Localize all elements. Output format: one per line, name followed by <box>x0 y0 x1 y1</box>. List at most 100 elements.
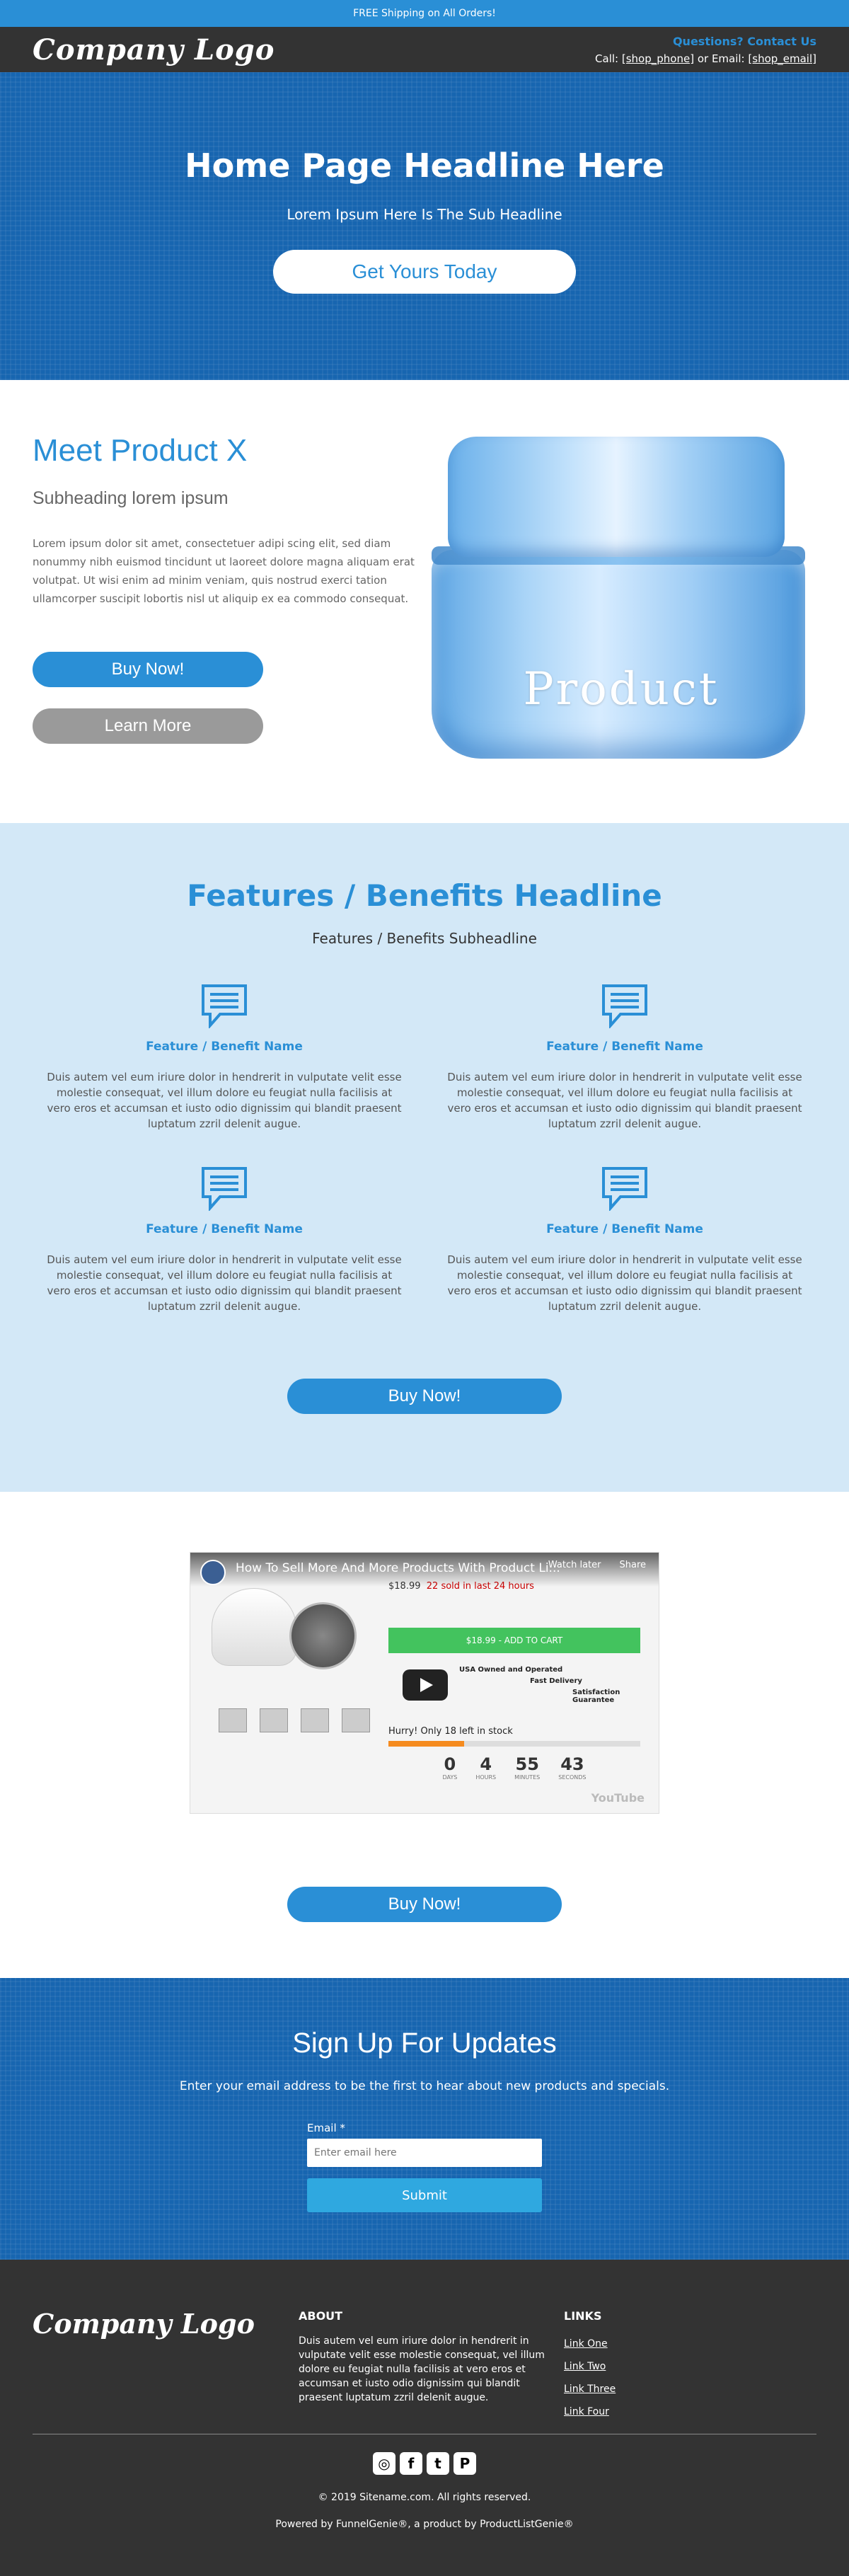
video-section: $18.99 22 sold in last 24 hours $18.99 -… <box>0 1492 849 1978</box>
trust-badge-guarantee: Satisfaction Guarantee <box>572 1689 620 1704</box>
instagram-icon[interactable]: ◎ <box>373 2452 395 2475</box>
shipping-banner-text: FREE Shipping on All Orders! <box>353 8 496 19</box>
or-email-label: or Email: <box>697 52 745 65</box>
play-icon[interactable] <box>403 1669 448 1701</box>
hero-section: Home Page Headline Here Lorem Ipsum Here… <box>0 72 849 380</box>
product-subheading: Subheading lorem ipsum <box>33 488 229 508</box>
feature-desc: Duis autem vel eum iriure dolor in hendr… <box>447 1071 802 1130</box>
feature-item: Feature / Benefit Name Duis autem vel eu… <box>47 1166 402 1314</box>
chat-icon <box>602 984 647 1030</box>
stock-progress <box>388 1741 640 1747</box>
product-zoom-image <box>289 1602 357 1669</box>
signup-form: Email * Submit <box>307 2121 542 2212</box>
stock-progress-fill <box>388 1741 464 1747</box>
timer-value: 55 <box>515 1754 539 1774</box>
signup-headline: Sign Up For Updates <box>292 2028 557 2059</box>
footer-link-two[interactable]: Link Two <box>564 2361 616 2372</box>
timer-seconds: 43 SECONDS <box>558 1754 586 1781</box>
learn-more-button[interactable]: Learn More <box>33 708 263 744</box>
pinterest-icon[interactable]: P <box>454 2452 476 2475</box>
features-subheadline: Features / Benefits Subheadline <box>312 930 537 947</box>
facebook-icon[interactable]: f <box>400 2452 422 2475</box>
footer-logo[interactable]: Company Logo <box>33 2308 255 2340</box>
product-title: Meet Product X <box>33 433 248 468</box>
jar-body <box>432 550 805 759</box>
feature-item: Feature / Benefit Name Duis autem vel eu… <box>447 983 802 1132</box>
get-yours-button[interactable]: Get Yours Today <box>273 250 576 294</box>
social-icons: ◎ f t P <box>0 2452 849 2475</box>
trust-badge-usa: USA Owned and Operated <box>459 1666 563 1674</box>
watch-later-button[interactable]: Watch later <box>548 1560 601 1570</box>
email-label: Email * <box>307 2122 345 2134</box>
video-player[interactable]: $18.99 22 sold in last 24 hours $18.99 -… <box>190 1552 659 1814</box>
countdown-timer: 0 DAYS 4 HOURS 55 MINUTES 43 SECONDS <box>388 1754 640 1781</box>
timer-label: DAYS <box>442 1774 458 1781</box>
jar-lid <box>448 437 785 557</box>
copyright: © 2019 Sitename.com. All rights reserved… <box>318 2492 531 2503</box>
video-actions: Watch later Share <box>548 1560 646 1570</box>
chat-icon <box>202 1167 247 1212</box>
buy-now-button[interactable]: Buy Now! <box>33 652 263 687</box>
timer-value: 4 <box>480 1754 492 1774</box>
chat-icon <box>202 984 247 1030</box>
chat-icon <box>602 1167 647 1212</box>
timer-value: 0 <box>444 1754 456 1774</box>
timer-label: SECONDS <box>558 1774 587 1781</box>
email-field[interactable] <box>307 2139 542 2167</box>
phone-link[interactable]: [shop_phone] <box>622 52 694 65</box>
email-link[interactable]: [shop_email] <box>748 52 816 65</box>
links-title: LINKS <box>564 2309 602 2323</box>
thumbnail <box>342 1708 370 1732</box>
product-section: Meet Product X Subheading lorem ipsum Lo… <box>0 380 849 823</box>
call-label: Call: <box>595 52 619 65</box>
contact-us-link[interactable]: Questions? Contact Us <box>595 35 816 48</box>
thumbnail <box>260 1708 288 1732</box>
about-title: ABOUT <box>299 2309 343 2323</box>
features-headline: Features / Benefits Headline <box>187 878 662 913</box>
timer-value: 43 <box>560 1754 584 1774</box>
feature-name: Feature / Benefit Name <box>146 1222 303 1236</box>
feature-name: Feature / Benefit Name <box>546 1222 703 1236</box>
site-header: Company Logo Questions? Contact Us Call:… <box>0 27 849 72</box>
about-text: Duis autem vel eum iriure dolor in hendr… <box>299 2335 545 2403</box>
video-title-text[interactable]: How To Sell More And More Products With … <box>236 1561 560 1575</box>
footer-link-three[interactable]: Link Three <box>564 2384 616 2395</box>
powered-by: Powered by FunnelGenie®, a product by Pr… <box>275 2519 574 2530</box>
hero-subheadline: Lorem Ipsum Here Is The Sub Headline <box>287 206 562 223</box>
feature-desc: Duis autem vel eum iriure dolor in hendr… <box>47 1253 402 1313</box>
features-buy-now-button[interactable]: Buy Now! <box>287 1379 562 1414</box>
header-contact: Questions? Contact Us Call: [shop_phone]… <box>595 35 816 65</box>
contact-line: Call: [shop_phone] or Email: [shop_email… <box>595 52 816 65</box>
timer-days: 0 DAYS <box>442 1754 457 1781</box>
signup-section: Sign Up For Updates Enter your email add… <box>0 1978 849 2260</box>
thumbnail <box>301 1708 329 1732</box>
signup-text: Enter your email address to be the first… <box>179 2079 670 2093</box>
video-buy-now-button[interactable]: Buy Now! <box>287 1887 562 1922</box>
trust-badge-delivery: Fast Delivery <box>530 1677 582 1685</box>
company-logo[interactable]: Company Logo <box>33 33 275 67</box>
video-add-to-cart: $18.99 - ADD TO CART <box>388 1628 640 1653</box>
timer-label: HOURS <box>475 1774 497 1781</box>
footer-about: ABOUT Duis autem vel eum iriure dolor in… <box>299 2309 553 2405</box>
timer-minutes: 55 MINUTES <box>514 1754 540 1781</box>
product-jar-image: Product <box>423 437 819 762</box>
product-copy: Meet Product X Subheading lorem ipsum Lo… <box>33 433 415 744</box>
thumbnail-strip <box>219 1708 370 1732</box>
share-button[interactable]: Share <box>619 1560 646 1570</box>
channel-avatar[interactable] <box>200 1560 226 1585</box>
footer-link-four[interactable]: Link Four <box>564 2406 616 2417</box>
thumbnail <box>219 1708 247 1732</box>
footer-link-one[interactable]: Link One <box>564 2338 616 2350</box>
product-description: Lorem ipsum dolor sit amet, consectetuer… <box>33 537 415 605</box>
jar-label: Product <box>523 663 720 715</box>
footer-links: LINKS Link One Link Two Link Three Link … <box>564 2309 616 2417</box>
twitter-icon[interactable]: t <box>427 2452 449 2475</box>
feature-item: Feature / Benefit Name Duis autem vel eu… <box>447 1166 802 1314</box>
submit-button[interactable]: Submit <box>307 2178 542 2212</box>
product-thumbnail <box>212 1588 296 1666</box>
feature-name: Feature / Benefit Name <box>546 1040 703 1054</box>
youtube-logo[interactable]: YouTube <box>591 1791 645 1805</box>
feature-desc: Duis autem vel eum iriure dolor in hendr… <box>447 1253 802 1313</box>
features-grid: Feature / Benefit Name Duis autem vel eu… <box>47 983 802 1314</box>
feature-item: Feature / Benefit Name Duis autem vel eu… <box>47 983 402 1132</box>
